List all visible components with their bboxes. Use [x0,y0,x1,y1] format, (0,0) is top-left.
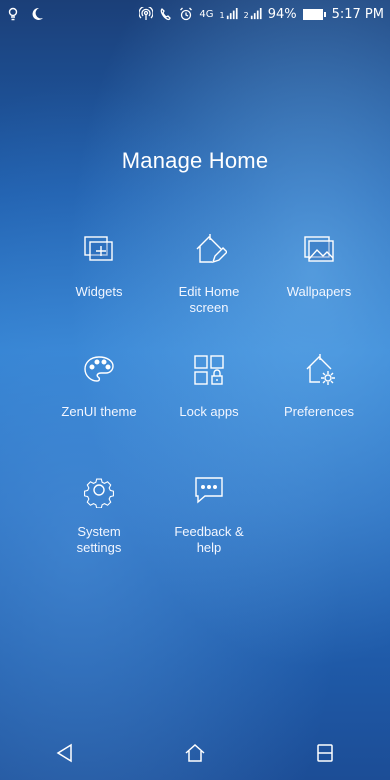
tile-edit-home-screen[interactable]: Edit Home screen [154,228,264,348]
preferences-icon [301,352,337,388]
tile-label-lock-apps: Lock apps [179,404,239,419]
sim-1-label: 1 [219,11,225,20]
tile-label-wallpapers: Wallpapers [286,284,352,299]
signal-2-icon: 2 [244,8,262,20]
moon-icon [30,7,44,21]
back-icon [54,742,76,769]
tile-label-zenui-theme: ZenUI theme [61,404,137,419]
gear-icon [81,472,117,508]
wallpapers-icon [301,232,337,268]
battery-icon [302,8,326,20]
recents-icon [314,742,336,769]
manage-home-grid: Widgets Edit Home screen Wallpapers ZenU… [44,228,374,588]
signal-1-icon: 1 [220,8,238,20]
widgets-icon [81,232,117,268]
edit-home-icon [191,232,227,268]
status-left [6,0,44,28]
status-bar: 4G 1 2 94% 5:17 PM [0,0,390,28]
alarm-icon [179,7,193,21]
tile-label-preferences: Preferences [283,404,355,419]
palette-icon [81,352,117,388]
lock-apps-icon [191,352,227,388]
call-icon [159,7,173,21]
tile-label-edit-home-screen: Edit Home screen [178,284,240,315]
tile-system-settings[interactable]: System settings [44,468,154,588]
tile-widgets[interactable]: Widgets [44,228,154,348]
clock: 5:17 PM [331,6,384,22]
recents-button[interactable] [290,737,360,773]
tile-preferences[interactable]: Preferences [264,348,374,468]
tile-label-feedback-help: Feedback & help [174,524,244,555]
status-right: 4G 1 2 94% 5:17 PM [139,0,384,28]
tile-label-system-settings: System settings [76,524,122,555]
feedback-icon [191,472,227,508]
tile-feedback-help[interactable]: Feedback & help [154,468,264,588]
back-button[interactable] [30,737,100,773]
tile-zenui-theme[interactable]: ZenUI theme [44,348,154,468]
home-icon [184,742,206,769]
home-button[interactable] [160,737,230,773]
data-icon: 4G [199,8,214,20]
battery-percent: 94% [267,6,297,22]
navigation-bar [0,730,390,780]
tile-lock-apps[interactable]: Lock apps [154,348,264,468]
page-title: Manage Home [121,148,269,173]
sim-2-label: 2 [243,11,249,20]
hotspot-icon [139,7,154,21]
bulb-icon [6,7,20,21]
tile-wallpapers[interactable]: Wallpapers [264,228,374,348]
tile-label-widgets: Widgets [75,284,123,299]
